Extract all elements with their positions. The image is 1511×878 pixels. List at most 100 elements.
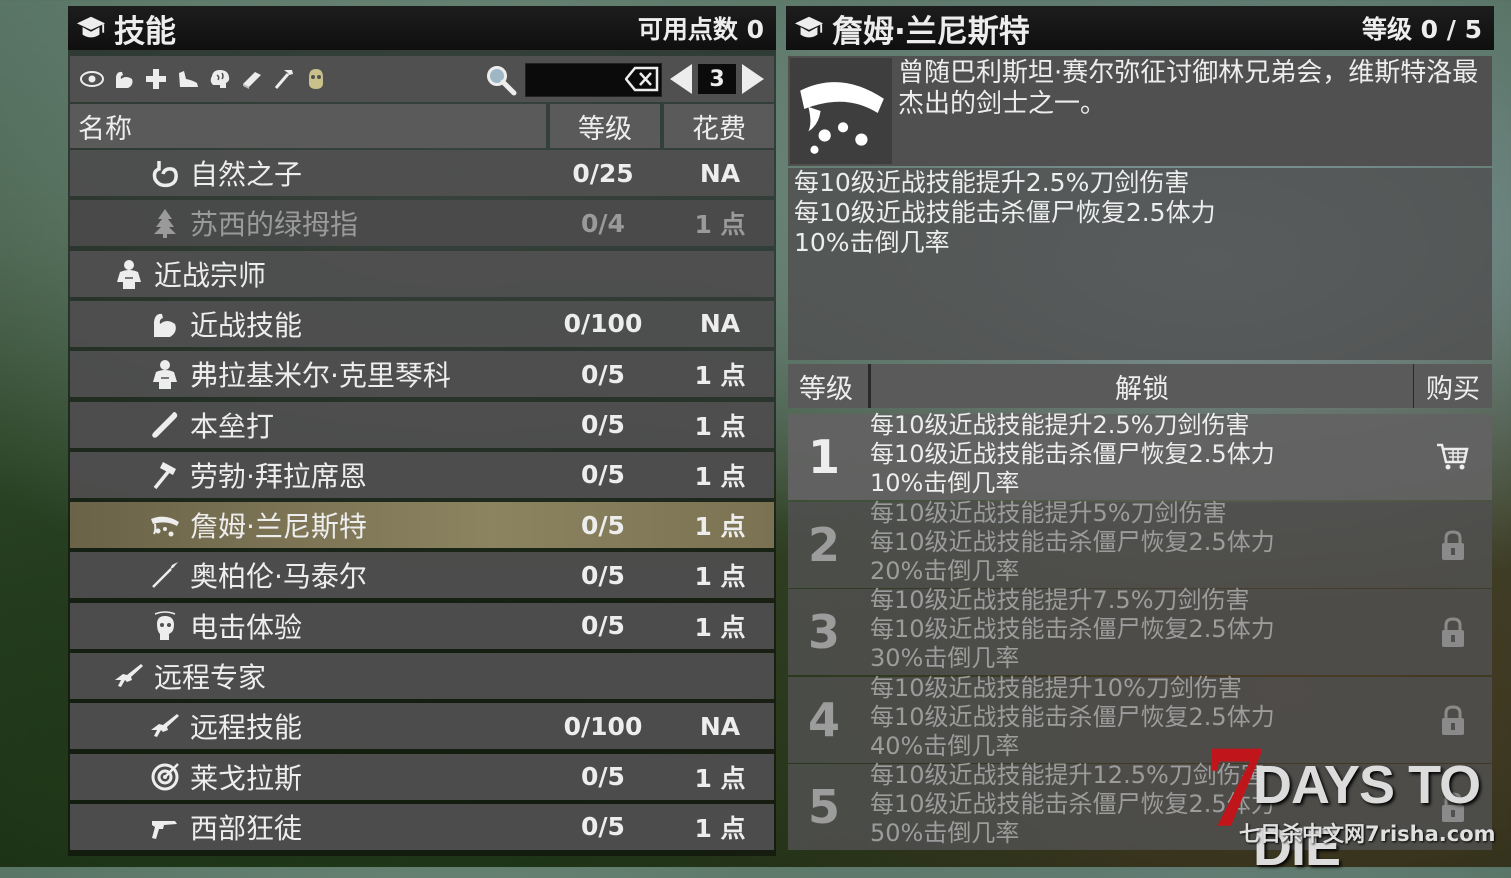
next-page-icon[interactable] [742,64,764,94]
skill-name: 自然之子 [190,158,303,191]
bat-icon [148,408,182,442]
fighter-icon [148,357,182,391]
unlock-line: 每10级近战技能提升10%刀剑伤害 [870,673,1242,702]
skill-name: 近战宗师 [154,258,267,292]
skill-level: 0/5 [581,359,625,389]
level-table-header: 等级 解锁 购买 [788,364,1492,408]
skill-level: 0/5 [581,611,625,641]
hammer-icon[interactable] [270,65,298,93]
perk-level-number: 3 [808,605,841,659]
column-level-label: 等级 [578,113,632,145]
skill-level: 0/5 [581,812,625,842]
skill-level: 0/5 [581,510,625,540]
fighter-icon [112,257,146,291]
mask-icon[interactable] [302,65,330,93]
eye-icon[interactable] [78,65,106,93]
skill-cost: 1 点 [694,763,746,793]
skill-name: 弗拉基米尔·克里琴科 [190,359,451,393]
skill-row[interactable]: 远程专家 [70,653,774,699]
skill-row[interactable]: 弗拉基米尔·克里琴科 0/5 1 点 [70,351,774,398]
arm-icon[interactable] [110,65,138,93]
skill-level: 0/4 [581,208,625,238]
column-name-header[interactable]: 名称 [70,104,546,148]
skill-row[interactable]: 本垒打 0/5 1 点 [70,401,774,448]
search-icon[interactable] [485,64,517,96]
perk-level-row: 3 每10级近战技能提升7.5%刀剑伤害 每10级近战技能击杀僵尸恢复2.5体力 30… [788,586,1492,675]
skill-row[interactable]: 电击体验 0/5 1 点 [70,602,774,649]
page-selector: 3 [670,62,774,96]
skill-row[interactable]: 苏西的绿拇指 0/4 1 点 [70,200,774,247]
skill-row[interactable]: 近战宗师 [70,250,774,297]
plus-icon[interactable] [142,65,170,93]
skill-name: 奥柏伦·马泰尔 [190,560,367,594]
bleeding-blade-icon [148,508,182,542]
shoe-icon[interactable] [174,65,202,93]
skill-row[interactable]: 自然之子 0/25 NA [70,150,774,196]
rifle-icon [148,709,182,743]
brain-icon[interactable] [206,65,234,93]
effect-line: 每10级近战技能击杀僵尸恢复2.5体力 [794,198,1216,227]
skill-level: 0/100 [563,309,643,339]
skills-title: 技能 [114,13,176,50]
arm-icon [148,307,182,341]
skill-row[interactable]: 西部狂徒 0/5 1 点 [70,803,774,850]
skill-name: 远程专家 [154,661,267,694]
unlock-line: 每10级近战技能提升2.5%刀剑伤害 [870,411,1250,439]
column-cost-header[interactable]: 花费 [664,104,774,148]
perk-level-row: 2 每10级近战技能提升5%刀剑伤害 每10级近战技能击杀僵尸恢复2.5体力 20%击… [788,498,1492,588]
skill-row[interactable]: 奥柏伦·马泰尔 0/5 1 点 [70,552,774,599]
unlock-col-header: 解锁 [868,364,1416,408]
search-input[interactable] [525,63,662,97]
skill-cost: 1 点 [694,813,746,843]
skills-header: 技能 可用点数 0 [68,6,776,50]
skill-cost: NA [699,309,741,339]
unlock-line: 每10级近战技能击杀僵尸恢复2.5体力 [870,527,1275,556]
game-logo-watermark: 7 DAYS TO DIE 七日杀中文网7risha.com [1205,728,1505,878]
skill-row[interactable]: 莱戈拉斯 0/5 1 点 [70,753,774,800]
skill-name: 劳勃·拜拉席恩 [190,459,367,493]
skill-name: 本垒打 [190,409,275,443]
unlock-line: 每10级近战技能提升7.5%刀剑伤害 [870,586,1250,614]
skill-cost: 1 点 [694,461,746,491]
watermark-site: 七日杀中文网7risha.com [1239,822,1496,846]
skill-cost: 1 点 [694,562,746,592]
unlock-line: 每10级近战技能击杀僵尸恢复2.5体力 [870,440,1275,468]
skill-row[interactable]: 詹姆·兰尼斯特 0/5 1 点 [70,502,774,549]
graduation-cap-icon [76,16,106,38]
perk-level-row[interactable]: 1 每10级近战技能提升2.5%刀剑伤害 每10级近战技能击杀僵尸恢复2.5体力 10… [788,411,1492,500]
tree-icon [148,206,182,240]
clear-search-icon[interactable] [625,66,659,92]
prev-page-icon[interactable] [670,64,692,94]
column-level-header[interactable]: 等级 [550,104,660,148]
buy-col-header: 购买 [1414,364,1492,408]
graduation-cap-icon [794,16,824,38]
unlock-line: 每10级近战技能提升5%刀剑伤害 [870,498,1227,527]
level-col-header: 等级 [788,364,864,408]
skill-cost: 1 点 [694,210,746,240]
skill-level: 0/5 [581,762,625,792]
perk-image [790,58,892,164]
skill-row[interactable]: 近战技能 0/100 NA [70,300,774,347]
rifle-icon [112,659,146,693]
perk-description-box: 曾随巴利斯坦·赛尔弥征讨御林兄弟会，维斯特洛最杰出的剑士之一。 [788,56,1492,166]
perk-current-effects: 每10级近战技能提升2.5%刀剑伤害 每10级近战技能击杀僵尸恢复2.5体力 1… [788,168,1492,360]
revolver-icon [148,810,182,844]
perk-level-number: 1 [808,430,841,484]
skill-cost: 1 点 [694,361,746,391]
level-col-label: 等级 [799,373,853,405]
skill-name: 苏西的绿拇指 [190,208,359,242]
skill-cost: 1 点 [694,411,746,441]
perk-level: 等级 0 / 5 [1361,15,1482,44]
skill-name: 远程技能 [190,711,303,745]
unlock-line: 20%击倒几率 [870,556,1020,585]
unlock-line: 10%击倒几率 [870,469,1020,497]
skill-row[interactable]: 劳勃·拜拉席恩 0/5 1 点 [70,451,774,498]
book-icon[interactable] [238,65,266,93]
target-icon [148,760,182,794]
bleeding-blade-icon [800,82,884,154]
cart-icon[interactable] [1436,440,1470,474]
effect-line: 10%击倒几率 [794,228,950,257]
skill-row[interactable]: 远程技能 0/100 NA [70,703,774,750]
skill-name: 詹姆·兰尼斯特 [190,510,367,544]
perk-level-number: 4 [808,692,841,747]
